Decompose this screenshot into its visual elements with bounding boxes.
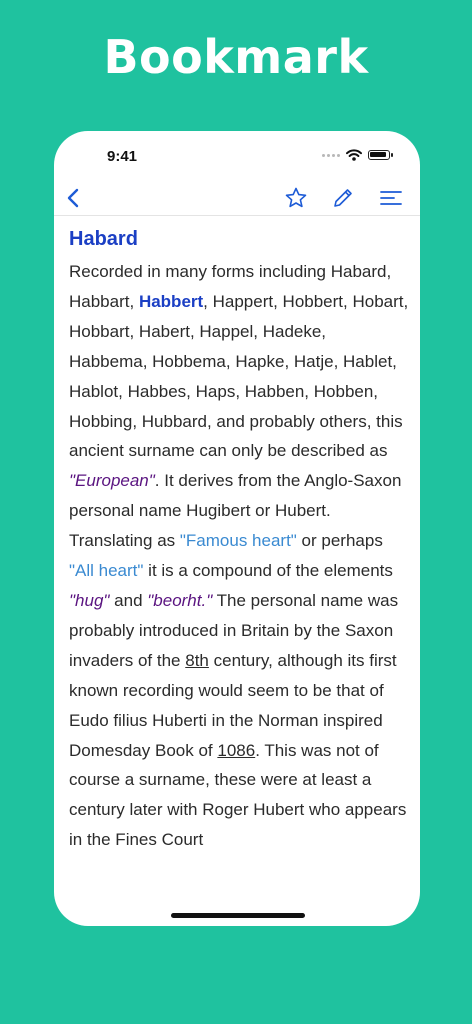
term-beorht: "beorht." [147, 590, 213, 610]
link-all-heart[interactable]: "All heart" [69, 561, 143, 580]
nav-bar [54, 181, 420, 216]
entry-title: Habard [69, 228, 138, 250]
bookmark-button[interactable] [283, 185, 309, 211]
menu-button[interactable] [378, 185, 404, 211]
body-text: and [109, 590, 148, 610]
status-time: 9:41 [107, 148, 138, 165]
phone-screen: 9:41 Habard Recorded in many forms inclu… [54, 131, 420, 926]
link-8th-century[interactable]: 8th [185, 651, 209, 670]
star-icon [285, 187, 307, 208]
edit-button[interactable] [330, 185, 356, 211]
menu-lines-icon [380, 191, 402, 205]
wifi-icon [346, 149, 362, 161]
body-text: or perhaps [296, 531, 383, 551]
entry-body: Recorded in many forms including Habard,… [69, 257, 409, 855]
entry-content[interactable]: Habard Recorded in many forms including … [69, 225, 409, 905]
body-text: it is a compound of the elements [143, 561, 393, 581]
home-indicator[interactable] [171, 913, 305, 918]
pencil-icon [334, 189, 352, 207]
link-famous-heart[interactable]: "Famous heart" [180, 531, 297, 550]
battery-icon [368, 150, 393, 160]
back-button[interactable] [60, 185, 86, 211]
term-hug: "hug" [69, 590, 110, 610]
signal-icon [322, 153, 340, 157]
body-text: , Happert, Hobbert, Hobart, Hobbart, Hab… [69, 291, 409, 461]
link-1086[interactable]: 1086 [217, 741, 255, 760]
hero-title: Bookmark [103, 30, 369, 84]
chevron-left-icon [67, 188, 79, 208]
status-icons [322, 149, 393, 161]
status-bar: 9:41 [54, 131, 420, 181]
term-european: "European" [69, 471, 155, 491]
link-habbert[interactable]: Habbert [139, 292, 203, 311]
